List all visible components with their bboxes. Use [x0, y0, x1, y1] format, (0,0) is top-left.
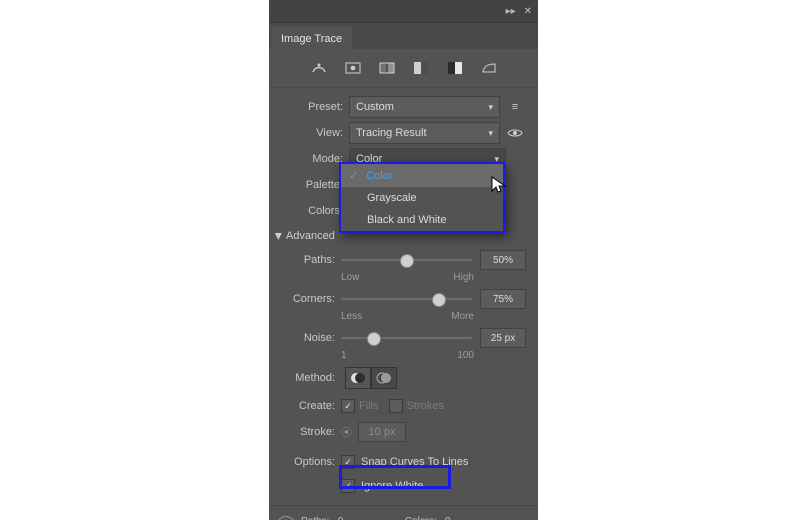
low-color-icon[interactable]	[374, 57, 400, 79]
create-row: Create: ✓ Fills Strokes	[269, 391, 538, 419]
options-ignore-row: ✓ Ignore White	[269, 475, 538, 497]
black-white-icon[interactable]	[442, 57, 468, 79]
paths-high-legend: High	[453, 272, 474, 283]
mode-option-color[interactable]: ✓ Color	[341, 164, 503, 187]
chevron-down-icon: ▾	[488, 102, 493, 113]
high-color-icon[interactable]	[340, 57, 366, 79]
paths-value-field[interactable]: 50%	[480, 250, 526, 270]
preset-row: Preset: Custom ▾ ≡	[277, 94, 530, 120]
outline-icon[interactable]	[476, 57, 502, 79]
options-snap-row: Options: ✓ Snap Curves To Lines	[269, 445, 538, 475]
mode-option-bw-label: Black and White	[367, 214, 446, 226]
method-label: Method:	[281, 372, 341, 384]
paths-low-legend: Low	[341, 272, 359, 283]
corners-label: Corners:	[281, 293, 341, 305]
snap-curves-checkbox[interactable]: ✓	[341, 455, 355, 469]
paths-slider[interactable]	[341, 253, 472, 267]
mode-dropdown-menu: ✓ Color Grayscale Black and White	[339, 162, 505, 233]
info-icon[interactable]: i	[277, 516, 295, 520]
preset-menu-icon[interactable]: ≡	[506, 98, 524, 116]
preset-label: Preset:	[277, 101, 349, 113]
collapse-icon[interactable]: ▸▸	[506, 6, 516, 17]
ignore-white-checkbox[interactable]: ✓	[341, 479, 355, 493]
create-label: Create:	[281, 400, 341, 412]
grayscale-icon[interactable]	[408, 57, 434, 79]
mode-option-bw[interactable]: Black and White	[341, 209, 503, 231]
view-value: Tracing Result	[356, 127, 427, 139]
footer-paths-label: Paths:	[301, 516, 329, 520]
noise-value-field[interactable]: 25 px	[480, 328, 526, 348]
fills-label: Fills	[359, 400, 379, 412]
panel-titlebar: ▸▸ ✕	[269, 0, 538, 23]
footer-paths-value: 0	[338, 516, 344, 520]
view-eye-icon[interactable]	[506, 124, 524, 142]
view-row: View: Tracing Result ▾	[277, 120, 530, 146]
corners-low-legend: Less	[341, 311, 362, 322]
fills-checkbox: ✓	[341, 399, 355, 413]
paths-slider-row: Paths: 50% Low High	[269, 250, 538, 283]
view-dropdown[interactable]: Tracing Result ▾	[349, 122, 500, 144]
check-icon: ✓	[349, 169, 358, 182]
preset-dropdown[interactable]: Custom ▾	[349, 96, 500, 118]
noise-label: Noise:	[281, 332, 341, 344]
method-overlapping-button[interactable]	[371, 367, 397, 389]
info-footer: i Paths: 0 Colors: 0 Anchors: 0	[269, 510, 538, 520]
corners-high-legend: More	[451, 311, 474, 322]
strokes-checkbox	[389, 399, 403, 413]
strokes-label: Strokes	[407, 400, 444, 412]
paths-label: Paths:	[281, 254, 341, 266]
advanced-label: Advanced	[286, 230, 335, 242]
mode-option-grayscale[interactable]: Grayscale	[341, 187, 503, 209]
stroke-label: Stroke:	[281, 426, 341, 438]
corners-slider[interactable]	[341, 292, 472, 306]
snap-curves-label: Snap Curves To Lines	[361, 456, 468, 468]
chevron-down-icon: ▾	[488, 128, 493, 139]
stroke-value-field: 10 px	[358, 422, 406, 442]
noise-slider-row: Noise: 25 px 1 100	[269, 328, 538, 361]
ignore-white-label: Ignore White	[361, 480, 423, 492]
disclosure-triangle-icon: ▶	[273, 233, 284, 240]
image-trace-panel: ▸▸ ✕ Image Trace Preset: Custom ▾ ≡ View…	[269, 0, 538, 520]
method-abutting-button[interactable]	[345, 367, 371, 389]
close-icon[interactable]: ✕	[524, 6, 532, 17]
noise-slider[interactable]	[341, 331, 472, 345]
tab-image-trace[interactable]: Image Trace	[271, 27, 352, 49]
stroke-link-icon: ⦿	[341, 424, 352, 440]
corners-slider-row: Corners: 75% Less More	[269, 289, 538, 322]
trace-presets-iconrow	[269, 49, 538, 88]
auto-color-icon[interactable]	[306, 57, 332, 79]
view-label: View:	[277, 127, 349, 139]
method-row: Method:	[269, 361, 538, 391]
footer-colors-value: 0	[445, 516, 451, 520]
noise-low-legend: 1	[341, 350, 347, 361]
mode-option-color-label: Color	[366, 170, 392, 182]
tab-row: Image Trace	[269, 23, 538, 49]
stroke-row: Stroke: ⦿ 10 px	[269, 419, 538, 445]
cursor-icon	[491, 176, 507, 194]
noise-high-legend: 100	[457, 350, 474, 361]
options-label: Options:	[281, 456, 341, 468]
divider	[269, 505, 538, 506]
footer-colors-label: Colors:	[405, 516, 437, 520]
mode-option-grayscale-label: Grayscale	[367, 192, 417, 204]
corners-value-field[interactable]: 75%	[480, 289, 526, 309]
preset-value: Custom	[356, 101, 394, 113]
